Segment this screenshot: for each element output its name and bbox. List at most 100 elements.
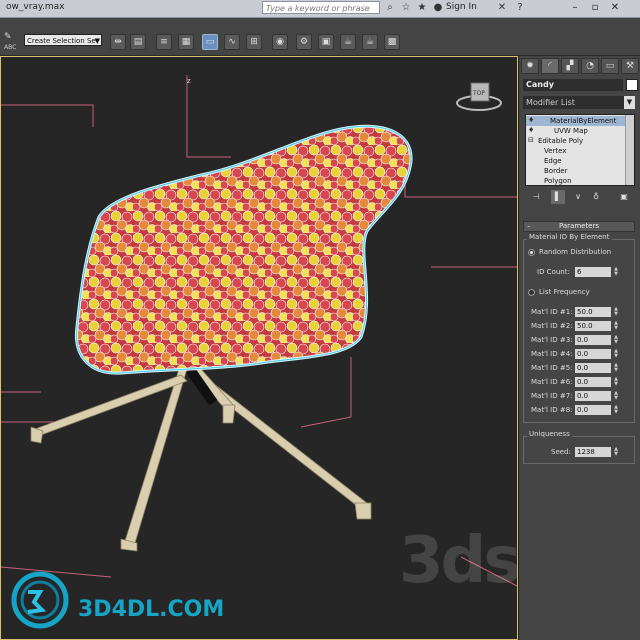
list-frequency-radio[interactable] (528, 289, 535, 296)
id-count-input[interactable]: 6 (575, 267, 611, 277)
tab-display[interactable]: ▭ (601, 58, 619, 74)
remove-modifier-icon[interactable]: ♁ (589, 190, 603, 204)
collapse-icon: – (527, 222, 531, 230)
stack-tools: ⊣ ▌ ∨ ♁ ▣ (525, 190, 637, 204)
sign-in-link[interactable]: Sign In (446, 2, 477, 12)
lightbulb-icon[interactable]: ♦ (528, 126, 534, 134)
mat-id-4-label: Mat'l ID #4: (531, 350, 573, 358)
modifier-list-dropdown[interactable]: Modifier List ▼ (523, 96, 635, 109)
chevron-down-icon: ▼ (624, 96, 635, 109)
render-setup-icon[interactable]: ⚙ (296, 34, 312, 50)
chevron-down-icon: ▼ (94, 37, 100, 45)
mat-id-6-input[interactable]: 0.0 (575, 377, 611, 387)
minimize-button[interactable]: – (566, 1, 584, 15)
mat-id-1-input[interactable]: 50.0 (575, 307, 611, 317)
restore-button[interactable]: ▫ (586, 1, 604, 15)
schematic-view-icon[interactable]: ⊞ (246, 34, 262, 50)
tab-modify[interactable]: ◜ (541, 58, 559, 74)
show-end-result-icon[interactable]: ▌ (551, 190, 565, 204)
random-distribution-label: Random Distribution (539, 248, 612, 256)
mat-id-3-label: Mat'l ID #3: (531, 336, 573, 344)
mat-id-2-spinner[interactable]: ▲ ▼ (613, 321, 619, 331)
mat-id-5-label: Mat'l ID #5: (531, 364, 573, 372)
mat-id-5-spinner[interactable]: ▲ ▼ (613, 363, 619, 373)
edit-named-selection-icon[interactable]: ✎ (4, 32, 12, 42)
seed-label: Seed: (551, 448, 571, 456)
mat-id-4-input[interactable]: 0.0 (575, 349, 611, 359)
make-unique-icon[interactable]: ∨ (571, 190, 585, 204)
exchange-icon[interactable]: ✕ (496, 2, 508, 14)
align-icon[interactable]: ▤ (130, 34, 146, 50)
material-editor-icon[interactable]: ◉ (272, 34, 288, 50)
ribbon-icon[interactable]: ▭ (202, 34, 218, 50)
user-icon[interactable]: ● (432, 2, 444, 14)
render-activeshade-icon[interactable]: ▩ (384, 34, 400, 50)
stack-item-uvw-map[interactable]: UVW Map (526, 126, 626, 136)
stack-item-editable-poly[interactable]: Editable Poly (526, 136, 626, 146)
tab-motion[interactable]: ◔ (581, 58, 599, 74)
stack-item-vertex[interactable]: Vertex (526, 146, 626, 156)
star-icon[interactable]: ☆ (400, 2, 412, 14)
binoculars-icon[interactable]: ⌕ (384, 2, 396, 14)
mat-id-3-spinner[interactable]: ▲ ▼ (613, 335, 619, 345)
close-button[interactable]: ✕ (606, 1, 624, 15)
lightbulb-icon[interactable]: ♦ (528, 116, 534, 124)
stack-item-materialbyelement[interactable]: MaterialByElement (526, 116, 626, 126)
abc-label: ABC (4, 44, 17, 51)
scene-explorer-icon[interactable]: ▦ (178, 34, 194, 50)
stack-item-polygon[interactable]: Polygon (526, 176, 626, 185)
layer-manager-icon[interactable]: ≡ (156, 34, 172, 50)
stack-item-border[interactable]: Border (526, 166, 626, 176)
mat-id-5-input[interactable]: 0.0 (575, 363, 611, 373)
main-toolbar: ABC ✎ Create Selection Se ▼ ⇹ ▤ ≡ ▦ ▭ ∿ … (0, 18, 640, 56)
seed-input[interactable]: 1238 (575, 447, 611, 457)
selection-set-value: Create Selection Se (27, 37, 96, 45)
tab-create[interactable]: ✹ (521, 58, 539, 74)
command-panel-tabs: ✹ ◜ ▞ ◔ ▭ ⚒ (521, 58, 639, 76)
tab-hierarchy[interactable]: ▞ (561, 58, 579, 74)
mat-id-7-spinner[interactable]: ▲ ▼ (613, 391, 619, 401)
mat-id-6-spinner[interactable]: ▲ ▼ (613, 377, 619, 387)
render-iterative-icon[interactable]: ☕ (362, 34, 378, 50)
mirror-icon[interactable]: ⇹ (110, 34, 126, 50)
curve-editor-icon[interactable]: ∿ (224, 34, 240, 50)
z-axis-label: z (187, 77, 191, 85)
command-panel: ✹ ◜ ▞ ◔ ▭ ⚒ Candy Modifier List ▼ Materi… (519, 56, 640, 640)
search-input[interactable]: Type a keyword or phrase (262, 1, 380, 14)
configure-sets-icon[interactable]: ▣ (617, 190, 631, 204)
mat-id-7-input[interactable]: 0.0 (575, 391, 611, 401)
mat-id-8-spinner[interactable]: ▲ ▼ (613, 405, 619, 415)
object-color-swatch[interactable] (626, 79, 638, 91)
mat-id-4-spinner[interactable]: ▲ ▼ (613, 349, 619, 359)
parameters-title: Parameters (558, 222, 600, 230)
pin-stack-icon[interactable]: ⊣ (529, 190, 543, 204)
viewcube[interactable]: TOP (456, 82, 502, 111)
3d4dl-logo-text: 3D4DL.COM (78, 597, 225, 622)
render-production-icon[interactable]: ☕ (340, 34, 356, 50)
uniqueness-title: Uniqueness (527, 430, 572, 438)
stack-item-edge[interactable]: Edge (526, 156, 626, 166)
perspective-viewport[interactable]: z TOP 3dsky (0, 56, 518, 640)
stack-scrollbar[interactable] (625, 115, 634, 185)
object-name-field[interactable]: Candy (523, 79, 623, 91)
rendered-frame-icon[interactable]: ▣ (318, 34, 334, 50)
help-icon[interactable]: ? (514, 2, 526, 14)
viewcube-label: TOP (472, 90, 485, 97)
expand-icon[interactable]: ⊟ (528, 136, 534, 144)
material-id-group-title: Material ID By Element (527, 233, 612, 241)
mat-id-1-spinner[interactable]: ▲ ▼ (613, 307, 619, 317)
mat-id-2-input[interactable]: 50.0 (575, 321, 611, 331)
selection-set-dropdown[interactable]: Create Selection Se ▼ (24, 34, 102, 46)
random-distribution-radio[interactable] (528, 249, 535, 256)
3dsky-watermark: 3dsky (399, 524, 518, 598)
modifier-stack: MaterialByElement UVW Map Editable Poly … (525, 114, 635, 186)
mat-id-2-label: Mat'l ID #2: (531, 322, 573, 330)
id-count-spinner[interactable]: ▲ ▼ (613, 267, 619, 277)
mat-id-3-input[interactable]: 0.0 (575, 335, 611, 345)
mat-id-8-input[interactable]: 0.0 (575, 405, 611, 415)
star-filled-icon[interactable]: ★ (416, 2, 428, 14)
seed-spinner[interactable]: ▲ ▼ (613, 447, 619, 457)
title-bar: ow_vray.max Type a keyword or phrase ⌕ ☆… (0, 0, 640, 18)
parameters-rollout-header[interactable]: – Parameters (523, 221, 635, 232)
tab-utilities[interactable]: ⚒ (621, 58, 639, 74)
